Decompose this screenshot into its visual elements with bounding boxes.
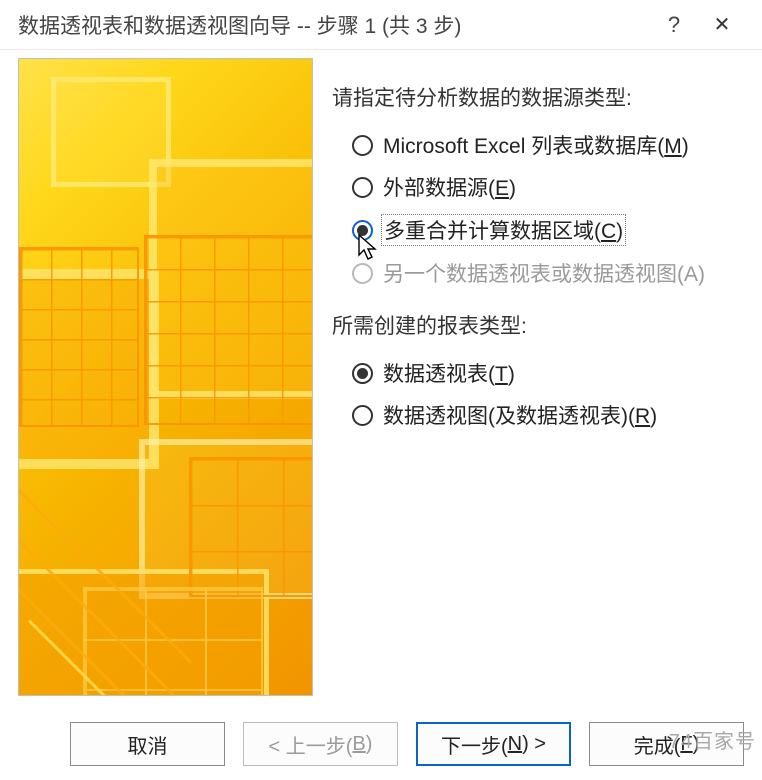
radio-icon [352, 177, 373, 198]
wizard-banner-image [18, 58, 313, 696]
data-source-label: 请指定待分析数据的数据源类型: [332, 82, 746, 112]
options-panel: 请指定待分析数据的数据源类型: Microsoft Excel 列表或数据库(M… [332, 66, 746, 436]
data-source-option-2[interactable]: 多重合并计算数据区域(C) [332, 208, 746, 252]
data-source-option-1[interactable]: 外部数据源(E) [332, 166, 746, 208]
back-button: < 上一步(B) [243, 722, 398, 766]
data-source-option-3: 另一个数据透视表或数据透视图(A) [332, 252, 746, 294]
button-bar: 取消 < 上一步(B) 下一步(N) > 完成(F) [0, 708, 762, 780]
radio-icon [352, 263, 373, 284]
report-type-option-0[interactable]: 数据透视表(T) [332, 352, 746, 394]
radio-icon [352, 405, 373, 426]
finish-button[interactable]: 完成(F) [589, 722, 744, 766]
next-button[interactable]: 下一步(N) > [416, 722, 571, 766]
radio-label: 多重合并计算数据区域(C) [381, 214, 626, 246]
radio-label: Microsoft Excel 列表或数据库(M) [383, 130, 689, 160]
content-area: 请指定待分析数据的数据源类型: Microsoft Excel 列表或数据库(M… [0, 58, 762, 702]
radio-icon [352, 220, 373, 241]
titlebar: 数据透视表和数据透视图向导 -- 步骤 1 (共 3 步) ? ✕ [0, 0, 762, 50]
radio-icon [352, 363, 373, 384]
report-type-option-1[interactable]: 数据透视图(及数据透视表)(R) [332, 394, 746, 436]
radio-label: 数据透视表(T) [383, 358, 515, 388]
radio-icon [352, 135, 373, 156]
radio-label: 数据透视图(及数据透视表)(R) [383, 400, 657, 430]
radio-label: 外部数据源(E) [383, 172, 516, 202]
data-source-option-0[interactable]: Microsoft Excel 列表或数据库(M) [332, 124, 746, 166]
help-button[interactable]: ? [650, 12, 698, 38]
dialog-title: 数据透视表和数据透视图向导 -- 步骤 1 (共 3 步) [18, 10, 650, 40]
radio-label: 另一个数据透视表或数据透视图(A) [383, 258, 705, 288]
report-type-label: 所需创建的报表类型: [332, 310, 746, 340]
cancel-button[interactable]: 取消 [70, 722, 225, 766]
close-button[interactable]: ✕ [698, 12, 746, 37]
